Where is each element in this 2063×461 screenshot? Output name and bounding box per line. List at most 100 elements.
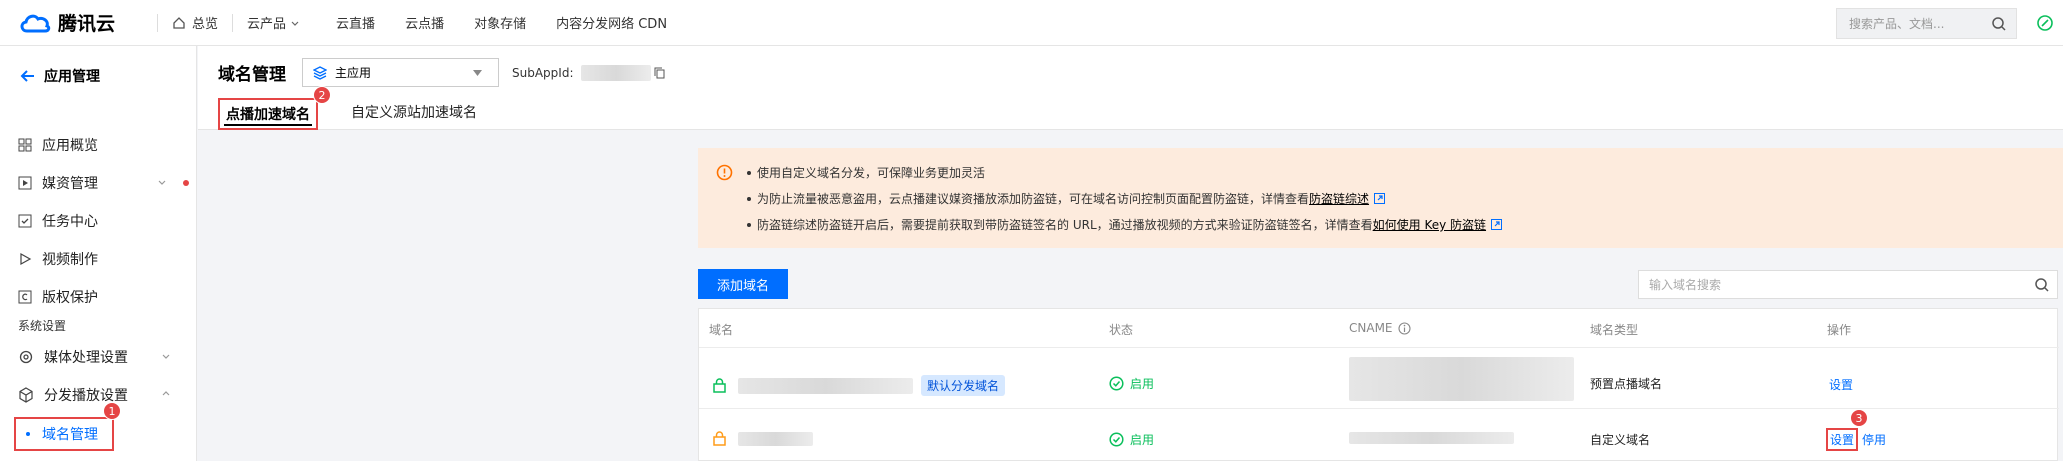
- alert-line: 为防止流量被恶意盗用，云点播建议媒资播放添加防盗链，可在域名访问控制页面配置防盗…: [747, 190, 1386, 207]
- status-cell: 启用: [1109, 431, 1154, 448]
- alert-line: 防盗链综述防盗链开启后，需要提前获取到带防盗链签名的 URL，通过播放视频的方式…: [747, 216, 1503, 233]
- sidebar: 应用管理 应用概览 媒资管理 任务中心 视频制作 版权保护 系统设置 媒体处理设…: [0, 46, 197, 461]
- copy-icon[interactable]: [654, 67, 665, 79]
- column-header-cname: CNAME: [1349, 321, 1411, 335]
- nav-live[interactable]: 云直播: [336, 13, 375, 32]
- tab-vod-domains[interactable]: 点播加速域名: [218, 98, 318, 130]
- settings-link[interactable]: 设置: [1829, 376, 1853, 393]
- media-icon: [18, 176, 32, 190]
- sidebar-item-overview[interactable]: 应用概览: [0, 127, 197, 163]
- sidebar-item-media-processing[interactable]: 媒体处理设置: [0, 339, 197, 375]
- top-bar: 腾讯云 总览 云产品 云直播 云点播 对象存储 内容分发网络 CDN 搜索产品、…: [0, 0, 2063, 46]
- search-icon[interactable]: [2034, 277, 2050, 293]
- global-search-input[interactable]: 搜索产品、文档...: [1836, 8, 2017, 39]
- domain-value-redacted: [738, 377, 913, 394]
- sidebar-item-domain-management[interactable]: 域名管理: [14, 417, 114, 451]
- step-badge: 1: [103, 402, 121, 420]
- brand-name: 腾讯云: [58, 13, 116, 35]
- anti-leech-overview-link[interactable]: 防盗链综述: [1309, 190, 1369, 207]
- sidebar-item-label: 媒资管理: [42, 176, 98, 192]
- nav-products[interactable]: 云产品: [247, 13, 306, 32]
- column-header-status: 状态: [1109, 323, 1134, 337]
- subappid: SubAppId:: [512, 65, 665, 81]
- sidebar-item-label: 应用概览: [42, 138, 98, 154]
- actions-cell: 设置: [1829, 376, 1853, 393]
- sidebar-item-copyright[interactable]: 版权保护: [0, 279, 197, 315]
- settings-link[interactable]: 设置: [1826, 428, 1859, 451]
- step-badge: 3: [1850, 409, 1868, 427]
- copyright-icon: [18, 290, 32, 304]
- domain-type-cell: 预置点播域名: [1590, 377, 1663, 391]
- warning-icon: [716, 164, 733, 181]
- column-header-type: 域名类型: [1590, 323, 1639, 337]
- notification-dot: [183, 180, 189, 186]
- app-select[interactable]: 主应用: [302, 58, 499, 87]
- sidebar-title: 应用管理: [44, 69, 100, 85]
- tab-custom-origin-domains[interactable]: 自定义源站加速域名: [351, 102, 477, 122]
- subappid-label: SubAppId:: [512, 66, 574, 80]
- default-domain-tag: 默认分发域名: [921, 375, 1006, 396]
- external-link-icon[interactable]: [1374, 193, 1386, 204]
- nav-vod[interactable]: 云点播: [405, 13, 444, 32]
- chevron-down-icon: [162, 354, 170, 359]
- sidebar-item-label: 媒体处理设置: [44, 350, 128, 366]
- global-search-placeholder: 搜索产品、文档...: [1849, 17, 1945, 31]
- nav-overview-label: 总览: [192, 17, 219, 32]
- checkbox-icon: [18, 214, 32, 228]
- home-icon: [173, 16, 185, 29]
- sidebar-item-media[interactable]: 媒资管理: [0, 165, 197, 201]
- key-anti-leech-link[interactable]: 如何使用 Key 防盗链: [1373, 216, 1486, 233]
- info-alert: 使用自定义域名分发，可保障业务更加灵活 为防止流量被恶意盗用，云点播建议媒资播放…: [698, 148, 2063, 248]
- nav-overview[interactable]: 总览: [172, 13, 218, 32]
- play-icon: [20, 252, 32, 266]
- domain-cell: 默认分发域名: [713, 375, 1006, 396]
- actions-cell: 设置 停用: [1826, 428, 1886, 451]
- nav-cdn[interactable]: 内容分发网络 CDN: [556, 13, 667, 32]
- row-divider: [699, 347, 2059, 348]
- page-header: 域名管理 主应用 SubAppId: 点播加速域名 2 自定义源站加速域名: [198, 46, 2063, 130]
- subappid-value-redacted: [581, 65, 652, 81]
- alert-text: 防盗链综述防盗链开启后，需要提前获取到带防盗链签名的 URL，通过播放视频的方式…: [757, 218, 1373, 232]
- sidebar-item-tasks[interactable]: 任务中心: [0, 203, 197, 239]
- info-icon[interactable]: [1397, 321, 1411, 335]
- search-icon[interactable]: [1991, 16, 2007, 32]
- gear-icon: [19, 350, 33, 364]
- alert-text: 为防止流量被恶意盗用，云点播建议媒资播放添加防盗链，可在域名访问控制页面配置防盗…: [757, 192, 1310, 206]
- tab-active-underline: [224, 124, 312, 126]
- cname-cell: [1349, 432, 1514, 444]
- sidebar-back[interactable]: 应用管理: [20, 66, 100, 86]
- bullet: [747, 196, 751, 201]
- column-header-domain: 域名: [709, 323, 734, 337]
- sidebar-item-label: 域名管理: [42, 427, 98, 443]
- check-circle-icon: [1109, 432, 1124, 447]
- add-domain-button[interactable]: 添加域名: [698, 269, 788, 299]
- nav-divider: [157, 13, 159, 32]
- caret-down-icon: [473, 70, 482, 76]
- domain-table: 域名 状态 CNAME 域名类型 操作 默认分发域名 启用 预置点播域名 设置: [698, 308, 2059, 461]
- cname-value-redacted: [1349, 357, 1574, 401]
- disable-link[interactable]: 停用: [1862, 431, 1886, 448]
- sidebar-group-label: 系统设置: [18, 319, 67, 333]
- sidebar-item-video-production[interactable]: 视频制作: [0, 241, 197, 277]
- domain-cell: [713, 431, 813, 446]
- domain-search-placeholder: 输入域名搜索: [1649, 278, 1722, 292]
- chevron-down-icon: [158, 180, 166, 185]
- sidebar-item-distribution[interactable]: 分发播放设置: [0, 377, 197, 413]
- step-badge: 2: [313, 86, 331, 104]
- domain-type-cell: 自定义域名: [1590, 433, 1651, 447]
- check-circle-icon: [1109, 376, 1124, 391]
- external-link-icon[interactable]: [1491, 219, 1503, 230]
- column-header-cname-label: CNAME: [1349, 321, 1393, 335]
- nav-cos[interactable]: 对象存储: [474, 13, 526, 32]
- sidebar-item-label: 任务中心: [42, 214, 98, 230]
- brand-logo[interactable]: 腾讯云: [18, 9, 115, 36]
- chevron-down-icon: [291, 21, 299, 26]
- sidebar-item-label: 视频制作: [42, 252, 98, 268]
- column-header-actions: 操作: [1827, 323, 1852, 337]
- lock-icon: [713, 378, 726, 393]
- layers-icon: [313, 65, 327, 80]
- domain-search-input[interactable]: 输入域名搜索: [1638, 270, 2058, 299]
- sidebar-item-label: 版权保护: [42, 290, 98, 306]
- status-cell: 启用: [1109, 375, 1154, 392]
- tools-icon[interactable]: [2037, 15, 2053, 31]
